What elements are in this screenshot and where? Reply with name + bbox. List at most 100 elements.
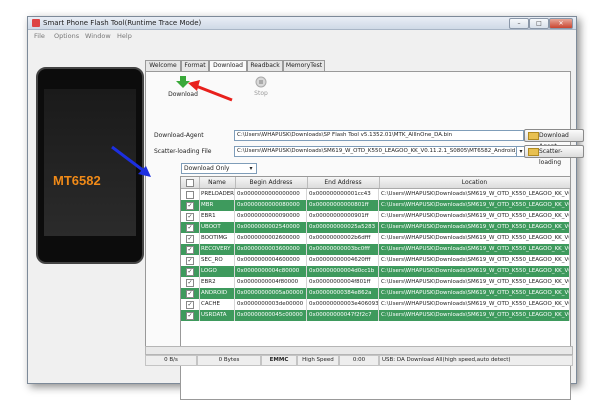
cell-location: C:\Users\WHAPUSK\Downloads\SM619_W_OTD_K… bbox=[381, 299, 570, 310]
cell-location: C:\Users\WHAPUSK\Downloads\SM619_W_OTD_K… bbox=[381, 255, 570, 266]
cell-name: BOOTIMG bbox=[201, 233, 235, 244]
cell-location: C:\Users\WHAPUSK\Downloads\SM619_W_OTD_K… bbox=[381, 189, 570, 200]
row-checkbox-cell: ✓ bbox=[181, 266, 200, 277]
menu-options[interactable]: Options bbox=[54, 32, 79, 40]
menu-help[interactable]: Help bbox=[117, 32, 132, 40]
status-mode: High Speed bbox=[297, 355, 339, 366]
minimize-button[interactable]: – bbox=[509, 18, 529, 29]
row-checkbox[interactable] bbox=[186, 191, 194, 199]
cell-end: 0x00000000003e406093 bbox=[309, 299, 379, 310]
row-checkbox[interactable]: ✓ bbox=[186, 202, 194, 210]
row-checkbox[interactable]: ✓ bbox=[186, 235, 194, 243]
header-name: Name bbox=[199, 177, 236, 188]
chevron-down-icon: ▾ bbox=[249, 165, 253, 172]
download-agent-button[interactable]: Download Agent bbox=[524, 129, 584, 150]
row-checkbox[interactable]: ✓ bbox=[186, 213, 194, 221]
scatter-loading-button[interactable]: Scatter-loading bbox=[524, 145, 584, 166]
cell-begin: 0x0000000003600000 bbox=[237, 244, 307, 255]
row-checkbox-cell: ✓ bbox=[181, 288, 200, 299]
cell-name: PRELOADER bbox=[201, 189, 235, 200]
download-agent-field[interactable]: C:\Users\WHAPUSK\Downloads\SP Flash Tool… bbox=[234, 130, 524, 141]
row-checkbox-cell: ✓ bbox=[181, 200, 200, 211]
cell-location: C:\Users\WHAPUSK\Downloads\SM619_W_OTD_K… bbox=[381, 244, 570, 255]
cell-name: EBR2 bbox=[201, 277, 235, 288]
table-row[interactable]: ✓ CACHE 0x0000000003de00000 0x00000000003e4… bbox=[181, 299, 570, 310]
status-bytes: 0 Bytes bbox=[197, 355, 261, 366]
table-row[interactable]: ✓ EBR2 0x0000000004f80000 0x00000000004f801… bbox=[181, 277, 570, 288]
cell-begin: 0x0000000000090000 bbox=[237, 211, 307, 222]
status-message: USB: DA Download All(high speed,auto det… bbox=[379, 355, 573, 366]
cell-end: 0x000000000001cc43 bbox=[309, 189, 379, 200]
app-icon bbox=[32, 19, 40, 27]
stop-tool-button[interactable]: Stop bbox=[249, 76, 273, 97]
cell-begin: 0x0000000002600000 bbox=[237, 233, 307, 244]
cell-end: 0x00000000047f2f2c7 bbox=[309, 310, 379, 321]
row-checkbox[interactable]: ✓ bbox=[186, 224, 194, 232]
cell-location: C:\Users\WHAPUSK\Downloads\SM619_W_OTD_K… bbox=[381, 222, 570, 233]
cell-end: 0x00000000003bc0fff bbox=[309, 244, 379, 255]
window-title: Smart Phone Flash Tool(Runtime Trace Mod… bbox=[43, 19, 202, 27]
close-button[interactable]: ✕ bbox=[549, 18, 573, 29]
row-checkbox[interactable]: ✓ bbox=[186, 257, 194, 265]
cell-end: 0x00000000004d0cc1b bbox=[309, 266, 379, 277]
download-tool-button[interactable]: Download bbox=[168, 76, 198, 98]
maximize-button[interactable]: □ bbox=[529, 18, 549, 29]
cell-end: 0x000000000025a5283 bbox=[309, 222, 379, 233]
cell-begin: 0x0000000004600000 bbox=[237, 255, 307, 266]
header-checkbox[interactable] bbox=[181, 177, 200, 188]
menu-file[interactable]: File bbox=[34, 32, 45, 40]
cell-end: 0x00000000004f801ff bbox=[309, 277, 379, 288]
cell-location: C:\Users\WHAPUSK\Downloads\SM619_W_OTD_K… bbox=[381, 233, 570, 244]
row-checkbox[interactable]: ✓ bbox=[186, 312, 194, 320]
table-row[interactable]: ✓ LOGO 0x0000000004c80000 0x00000000004d0cc… bbox=[181, 266, 570, 277]
table-row[interactable]: ✓ EBR1 0x0000000000090000 0x00000000000901f… bbox=[181, 211, 570, 222]
row-checkbox-cell: ✓ bbox=[181, 255, 200, 266]
cell-location: C:\Users\WHAPUSK\Downloads\SM619_W_OTD_K… bbox=[381, 277, 570, 288]
folder-icon bbox=[528, 148, 539, 156]
tab-format[interactable]: Format bbox=[181, 60, 209, 71]
cell-end: 0x00000000384e862a bbox=[309, 288, 379, 299]
cell-begin: 0x0000000002540000 bbox=[237, 222, 307, 233]
table-row[interactable]: ✓ ANDROID 0x00000000005a00000 0x00000000384… bbox=[181, 288, 570, 299]
mode-select[interactable]: Download Only ▾ bbox=[181, 163, 257, 174]
table-row[interactable]: PRELOADER 0x0000000000000000 0x00000000000… bbox=[181, 189, 570, 200]
scatter-loading-button-label: Scatter-loading bbox=[539, 148, 563, 166]
partition-table: Name Begin Address End Address Location … bbox=[180, 176, 571, 400]
phone-illustration: MT6582 bbox=[36, 67, 144, 264]
table-row[interactable]: ✓ UBOOT 0x0000000002540000 0x000000000025a5… bbox=[181, 222, 570, 233]
cell-end: 0x00000000002b6dfff bbox=[309, 233, 379, 244]
table-row[interactable]: ✓ USRDATA 0x00000000045c00000 0x00000000047… bbox=[181, 310, 570, 321]
folder-icon bbox=[528, 132, 539, 140]
menu-bar: File Options Window Help bbox=[28, 30, 576, 41]
row-checkbox[interactable]: ✓ bbox=[186, 246, 194, 254]
row-checkbox[interactable]: ✓ bbox=[186, 268, 194, 276]
row-checkbox[interactable]: ✓ bbox=[186, 279, 194, 287]
chip-label: MT6582 bbox=[53, 173, 101, 188]
table-row[interactable]: ✓ MBR 0x0000000000080000 0x00000000000801ff… bbox=[181, 200, 570, 211]
row-checkbox-cell bbox=[181, 189, 200, 200]
status-storage: EMMC bbox=[261, 355, 297, 366]
table-row[interactable]: ✓ BOOTIMG 0x0000000002600000 0x00000000002b… bbox=[181, 233, 570, 244]
cell-end: 0x00000000004620fff bbox=[309, 255, 379, 266]
table-row[interactable]: ✓ SEC_RO 0x0000000004600000 0x0000000000462… bbox=[181, 255, 570, 266]
tab-readback[interactable]: Readback bbox=[247, 60, 283, 71]
select-all-checkbox[interactable] bbox=[186, 179, 194, 187]
scatter-field[interactable]: C:\Users\WHAPUSK\Downloads\SM619_W_OTD_K… bbox=[234, 146, 518, 157]
download-tool-label: Download bbox=[168, 91, 198, 98]
row-checkbox[interactable]: ✓ bbox=[186, 301, 194, 309]
table-row[interactable]: ✓ RECOVERY 0x0000000003600000 0x00000000003… bbox=[181, 244, 570, 255]
tab-welcome[interactable]: Welcome bbox=[145, 60, 181, 71]
cell-begin: 0x00000000045c00000 bbox=[237, 310, 307, 321]
tab-memorytest[interactable]: MemoryTest bbox=[283, 60, 325, 71]
row-checkbox[interactable]: ✓ bbox=[186, 290, 194, 298]
row-checkbox-cell: ✓ bbox=[181, 222, 200, 233]
cell-end: 0x00000000000801ff bbox=[309, 200, 379, 211]
cell-begin: 0x0000000000000000 bbox=[237, 189, 307, 200]
menu-window[interactable]: Window bbox=[85, 32, 111, 40]
table-header: Name Begin Address End Address Location bbox=[181, 177, 570, 189]
download-agent-label: Download-Agent bbox=[154, 132, 204, 139]
cell-location: C:\Users\WHAPUSK\Downloads\SM619_W_OTD_K… bbox=[381, 288, 570, 299]
cell-name: SEC_RO bbox=[201, 255, 235, 266]
cell-name: UBOOT bbox=[201, 222, 235, 233]
progress-bar bbox=[145, 346, 573, 355]
